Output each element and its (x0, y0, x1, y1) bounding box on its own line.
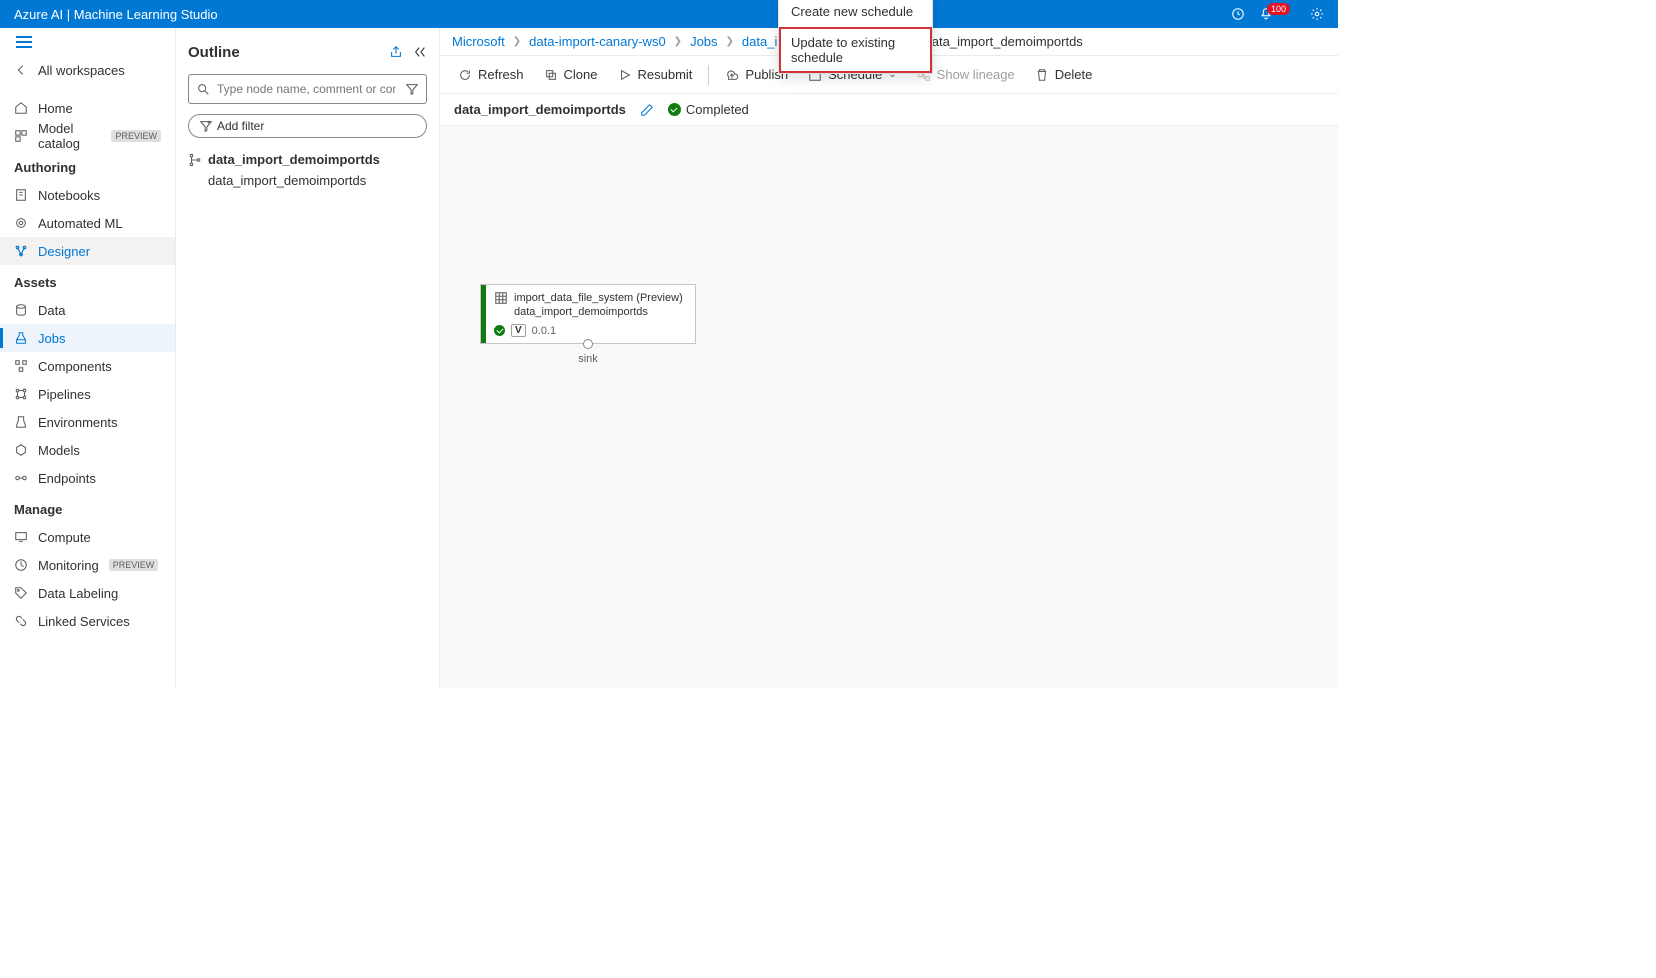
section-authoring: Authoring (0, 150, 175, 181)
components-icon (14, 359, 28, 373)
sidebar-notebooks[interactable]: Notebooks (0, 181, 175, 209)
section-assets: Assets (0, 265, 175, 296)
crumb-microsoft[interactable]: Microsoft (452, 34, 505, 49)
share-icon[interactable] (389, 45, 403, 59)
version-chip: V (511, 324, 526, 337)
notification-badge: 100 (1267, 3, 1290, 15)
publish-icon (725, 68, 739, 82)
trash-icon (1035, 68, 1049, 82)
chevron-right-icon: ❯ (674, 36, 682, 47)
create-schedule-item[interactable]: Create new schedule (779, 0, 932, 27)
sidebar-compute[interactable]: Compute (0, 523, 175, 551)
sidebar: All workspaces Home Model catalog PREVIE… (0, 28, 176, 688)
schedule-dropdown: Create new schedule Update to existing s… (778, 0, 933, 74)
crumb-current: data_import_demoimportds (925, 34, 1083, 49)
job-name: data_import_demoimportds (454, 102, 626, 117)
app-title: Azure AI | Machine Learning Studio (14, 7, 218, 22)
notebook-icon (14, 188, 28, 202)
port-label: sink (481, 353, 695, 365)
sidebar-model-catalog[interactable]: Model catalog PREVIEW (0, 122, 175, 150)
jobs-icon (14, 331, 28, 345)
job-status: Completed (668, 102, 749, 117)
table-icon (494, 291, 508, 305)
compute-icon (14, 530, 28, 544)
sidebar-data-labeling[interactable]: Data Labeling (0, 579, 175, 607)
node-version: 0.0.1 (532, 325, 556, 337)
clock-icon[interactable] (1231, 7, 1245, 21)
clone-button[interactable]: Clone (534, 59, 608, 91)
sidebar-linked-services[interactable]: Linked Services (0, 607, 175, 635)
sidebar-pipelines[interactable]: Pipelines (0, 380, 175, 408)
sidebar-home[interactable]: Home (0, 94, 175, 122)
top-bar: Azure AI | Machine Learning Studio 100 (0, 0, 1338, 28)
outline-search-input[interactable] (188, 74, 427, 104)
delete-button[interactable]: Delete (1025, 59, 1103, 91)
sidebar-automated-ml[interactable]: Automated ML (0, 209, 175, 237)
node-title: import_data_file_system (Preview) (514, 292, 683, 304)
preview-badge: PREVIEW (109, 559, 159, 571)
tree-icon (188, 153, 202, 167)
hamburger-icon[interactable] (16, 36, 32, 48)
monitoring-icon (14, 558, 28, 572)
sidebar-endpoints[interactable]: Endpoints (0, 464, 175, 492)
chevron-right-icon: ❯ (513, 36, 521, 47)
toolbar-separator (708, 65, 709, 85)
outline-title: Outline (188, 44, 240, 61)
edit-icon[interactable] (640, 103, 654, 117)
sidebar-jobs[interactable]: Jobs (0, 324, 175, 352)
node-status-icon (494, 325, 505, 336)
search-icon (196, 82, 210, 96)
data-icon (14, 303, 28, 317)
filter-icon[interactable] (405, 82, 419, 96)
endpoints-icon (14, 471, 28, 485)
pipelines-icon (14, 387, 28, 401)
main-area: Microsoft ❯ data-import-canary-ws0 ❯ Jobs ❯… (440, 28, 1338, 688)
outline-panel: Outline Add filter data_import_demoimpor… (176, 28, 440, 688)
canvas[interactable]: import_data_file_system (Preview) data_i… (440, 126, 1338, 688)
back-arrow-icon (14, 63, 28, 77)
refresh-button[interactable]: Refresh (448, 59, 534, 91)
update-schedule-item[interactable]: Update to existing schedule (779, 27, 932, 73)
output-port[interactable] (583, 339, 593, 349)
chevron-right-icon: ❯ (726, 36, 734, 47)
sidebar-designer[interactable]: Designer (0, 237, 175, 265)
sidebar-monitoring[interactable]: Monitoring PREVIEW (0, 551, 175, 579)
models-icon (14, 443, 28, 457)
crumb-workspace[interactable]: data-import-canary-ws0 (529, 34, 666, 49)
gear-icon[interactable] (1310, 7, 1324, 21)
sidebar-components[interactable]: Components (0, 352, 175, 380)
add-filter-button[interactable]: Add filter (188, 114, 427, 138)
sidebar-data[interactable]: Data (0, 296, 175, 324)
tree-root[interactable]: data_import_demoimportds (188, 152, 427, 167)
play-icon (618, 68, 632, 82)
preview-badge: PREVIEW (111, 130, 161, 142)
environments-icon (14, 415, 28, 429)
sidebar-models[interactable]: Models (0, 436, 175, 464)
designer-icon (14, 244, 28, 258)
automl-icon (14, 216, 28, 230)
pipeline-node[interactable]: import_data_file_system (Preview) data_i… (480, 284, 696, 344)
collapse-icon[interactable] (413, 45, 427, 59)
crumb-jobs[interactable]: Jobs (690, 34, 717, 49)
link-icon (14, 614, 28, 628)
labeling-icon (14, 586, 28, 600)
job-header: data_import_demoimportds Completed Creat… (440, 94, 1338, 126)
tree-child[interactable]: data_import_demoimportds (188, 173, 427, 188)
home-icon (14, 101, 28, 115)
refresh-icon (458, 68, 472, 82)
catalog-icon (14, 129, 28, 143)
section-manage: Manage (0, 492, 175, 523)
all-workspaces-link[interactable]: All workspaces (0, 56, 175, 84)
status-success-icon (668, 103, 681, 116)
resubmit-button[interactable]: Resubmit (608, 59, 703, 91)
sidebar-environments[interactable]: Environments (0, 408, 175, 436)
clone-icon (544, 68, 558, 82)
node-subtitle: data_import_demoimportds (514, 306, 687, 318)
add-filter-icon (199, 119, 213, 133)
